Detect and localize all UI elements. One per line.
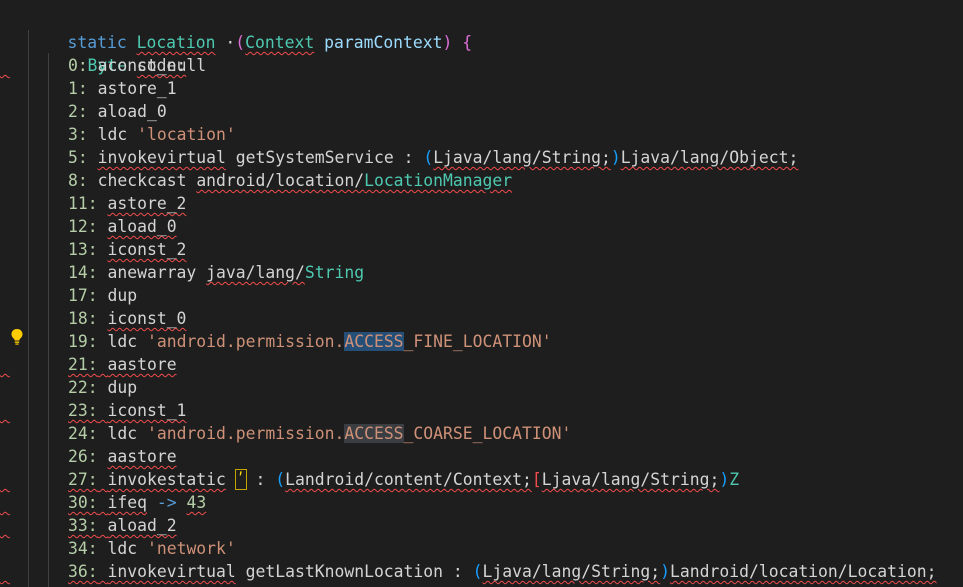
code-line[interactable]: 3: ldc 'location' — [0, 123, 963, 146]
lightbulb-icon[interactable] — [9, 328, 25, 346]
code-line[interactable]: 2: aload_0 — [0, 100, 963, 123]
code-line[interactable]: 30: ifeq -> 43 — [0, 491, 963, 514]
occurrence-highlight: ACCESS — [344, 424, 404, 443]
code-line[interactable]: 23: iconst_1 — [0, 399, 963, 422]
code-line[interactable]: 17: dup — [0, 284, 963, 307]
code-line[interactable]: 22: dup — [0, 376, 963, 399]
code-line[interactable]: 18: iconst_0 — [0, 307, 963, 330]
code-line[interactable]: 13: iconst_2 — [0, 238, 963, 261]
code-line[interactable]: 8: checkcast android/location/LocationMa… — [0, 169, 963, 192]
code-line[interactable]: 11: astore_2 — [0, 192, 963, 215]
code-line[interactable]: 26: aastore — [0, 445, 963, 468]
code-line[interactable]: 19: ldc 'android.permission.ACCESS_FINE_… — [0, 330, 963, 353]
code-line[interactable]: 24: ldc 'android.permission.ACCESS_COARS… — [0, 422, 963, 445]
code-editor[interactable]: static Location ·(Context paramContext) … — [0, 0, 963, 587]
code-line[interactable]: 1: astore_1 — [0, 77, 963, 100]
code-line[interactable]: 36: invokevirtual getLastKnownLocation :… — [0, 560, 963, 583]
code-line[interactable]: 5: invokevirtual getSystemService : (Lja… — [0, 146, 963, 169]
code-line[interactable]: 0: aconst_null — [0, 54, 963, 77]
code-line-signature[interactable]: static Location ·(Context paramContext) … — [0, 8, 963, 52]
code-line[interactable]: 21: aastore — [0, 353, 963, 376]
code-line[interactable]: 27: invokestatic ʹ : (Landroid/content/C… — [0, 468, 963, 491]
selection-highlight: ACCESS — [344, 332, 404, 351]
code-line[interactable]: 12: aload_0 — [0, 215, 963, 238]
code-line[interactable]: 14: anewarray java/lang/String — [0, 261, 963, 284]
code-line-section[interactable]: Byte code: — [0, 31, 963, 75]
unknown-symbol-marker: ʹ — [234, 469, 247, 490]
code-line[interactable]: 33: aload_2 — [0, 514, 963, 537]
code-line[interactable]: 34: ldc 'network' — [0, 537, 963, 560]
